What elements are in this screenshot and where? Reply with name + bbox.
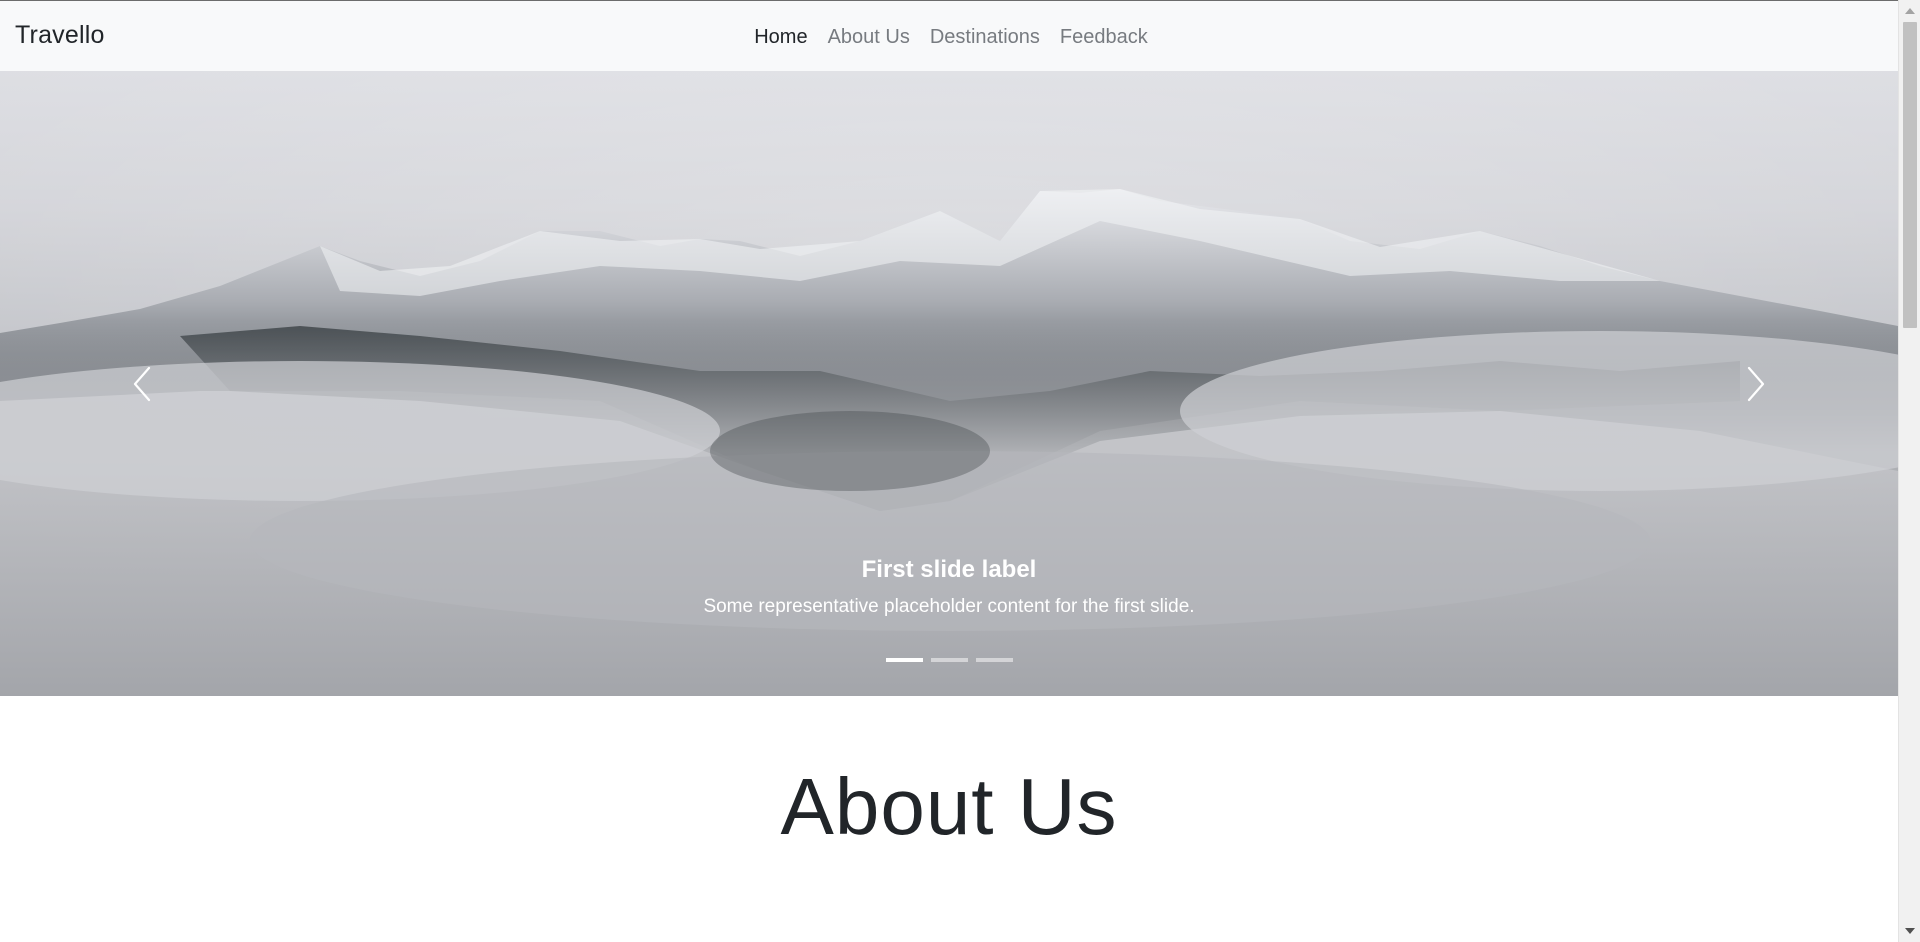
nav-link-feedback[interactable]: Feedback — [1060, 25, 1148, 49]
nav-links: Home About Us Destinations Feedback — [0, 25, 1898, 49]
carousel-caption: First slide label Some representative pl… — [0, 555, 1898, 619]
nav-link-home[interactable]: Home — [754, 25, 807, 49]
nav-link-destinations[interactable]: Destinations — [930, 25, 1040, 49]
carousel-caption-title: First slide label — [861, 556, 1037, 583]
scroll-down-arrow-icon[interactable] — [1899, 922, 1920, 940]
carousel-indicator-3[interactable] — [975, 658, 1013, 662]
chevron-right-icon — [1747, 366, 1765, 402]
page: Travello Home About Us Destinations Feed… — [0, 0, 1898, 942]
carousel-next-button[interactable] — [1736, 356, 1776, 412]
carousel-indicator-1[interactable] — [885, 658, 923, 662]
page-scrollbar[interactable] — [1898, 0, 1920, 942]
scroll-up-arrow-icon[interactable] — [1899, 2, 1920, 20]
hero-carousel: First slide label Some representative pl… — [0, 71, 1898, 696]
about-us-heading: About Us — [780, 762, 1118, 851]
carousel-indicators — [0, 658, 1898, 662]
scrollbar-thumb[interactable] — [1903, 22, 1917, 328]
carousel-indicator-2[interactable] — [930, 658, 968, 662]
carousel-prev-button[interactable] — [122, 356, 162, 412]
nav-link-about-us[interactable]: About Us — [828, 25, 910, 49]
carousel-caption-text: Some representative placeholder content … — [703, 596, 1195, 617]
chevron-left-icon — [133, 366, 151, 402]
navbar: Travello Home About Us Destinations Feed… — [0, 0, 1898, 71]
